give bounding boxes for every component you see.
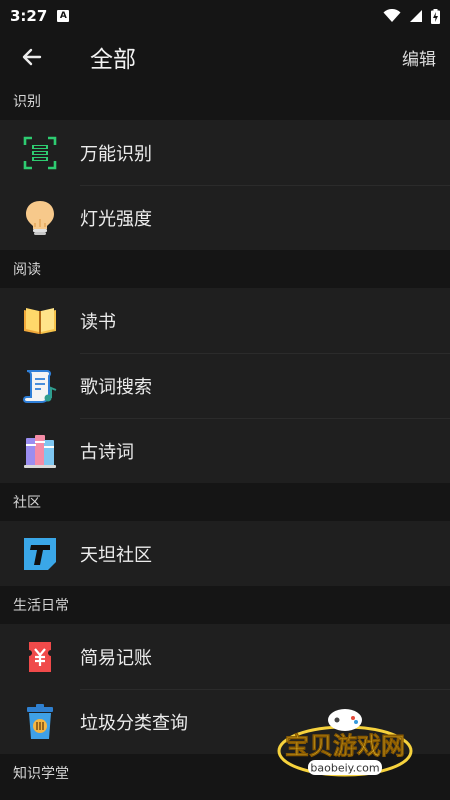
open-book-icon bbox=[20, 301, 60, 341]
cellular-signal-icon bbox=[410, 10, 422, 22]
list-item-label: 垃圾分类查询 bbox=[80, 712, 188, 734]
section-header-knowledge: 知识学堂 bbox=[0, 754, 450, 792]
back-button[interactable] bbox=[14, 39, 50, 75]
list-item-label: 天坦社区 bbox=[80, 544, 152, 566]
list-item-ancient-poetry[interactable]: 古诗词 bbox=[0, 418, 450, 483]
lyrics-scroll-icon bbox=[20, 366, 60, 406]
section-header-reading: 阅读 bbox=[0, 250, 450, 288]
page-title: 全部 bbox=[90, 47, 136, 73]
app-bar: 全部 编辑 bbox=[0, 32, 450, 82]
list-item-tiantan-community[interactable]: 天坦社区 bbox=[0, 521, 450, 586]
light-bulb-icon bbox=[20, 198, 60, 238]
battery-charging-icon bbox=[431, 8, 440, 24]
list-item-label: 歌词搜索 bbox=[80, 376, 152, 398]
books-stack-icon bbox=[20, 431, 60, 471]
trash-bin-icon bbox=[20, 702, 60, 742]
yuan-ticket-icon bbox=[20, 637, 60, 677]
status-bar: 3:27 A bbox=[0, 0, 450, 32]
arrow-left-icon bbox=[22, 48, 42, 66]
list-item-simple-bookkeeping[interactable]: 简易记账 bbox=[0, 624, 450, 689]
t-logo-icon bbox=[20, 534, 60, 574]
list-item-label: 万能识别 bbox=[80, 143, 152, 165]
wifi-icon bbox=[383, 9, 401, 22]
list-item-garbage-sorting[interactable]: 垃圾分类查询 bbox=[0, 689, 450, 754]
list-item-label: 灯光强度 bbox=[80, 208, 152, 230]
list-item-label: 简易记账 bbox=[80, 647, 152, 669]
list-item-label: 古诗词 bbox=[80, 441, 134, 463]
notification-a-icon: A bbox=[57, 10, 70, 22]
section-header-daily-life: 生活日常 bbox=[0, 586, 450, 624]
status-icons bbox=[383, 8, 440, 24]
status-time: 3:27 bbox=[10, 7, 48, 25]
section-header-community: 社区 bbox=[0, 483, 450, 521]
scan-text-icon bbox=[20, 133, 60, 173]
list-item-universal-recognition[interactable]: 万能识别 bbox=[0, 120, 450, 185]
list-item-light-intensity[interactable]: 灯光强度 bbox=[0, 185, 450, 250]
section-header-recognition: 识别 bbox=[0, 82, 450, 120]
list-item-reading[interactable]: 读书 bbox=[0, 288, 450, 353]
list-item-lyrics-search[interactable]: 歌词搜索 bbox=[0, 353, 450, 418]
list-item-label: 读书 bbox=[80, 311, 116, 333]
edit-button[interactable]: 编辑 bbox=[402, 45, 436, 70]
